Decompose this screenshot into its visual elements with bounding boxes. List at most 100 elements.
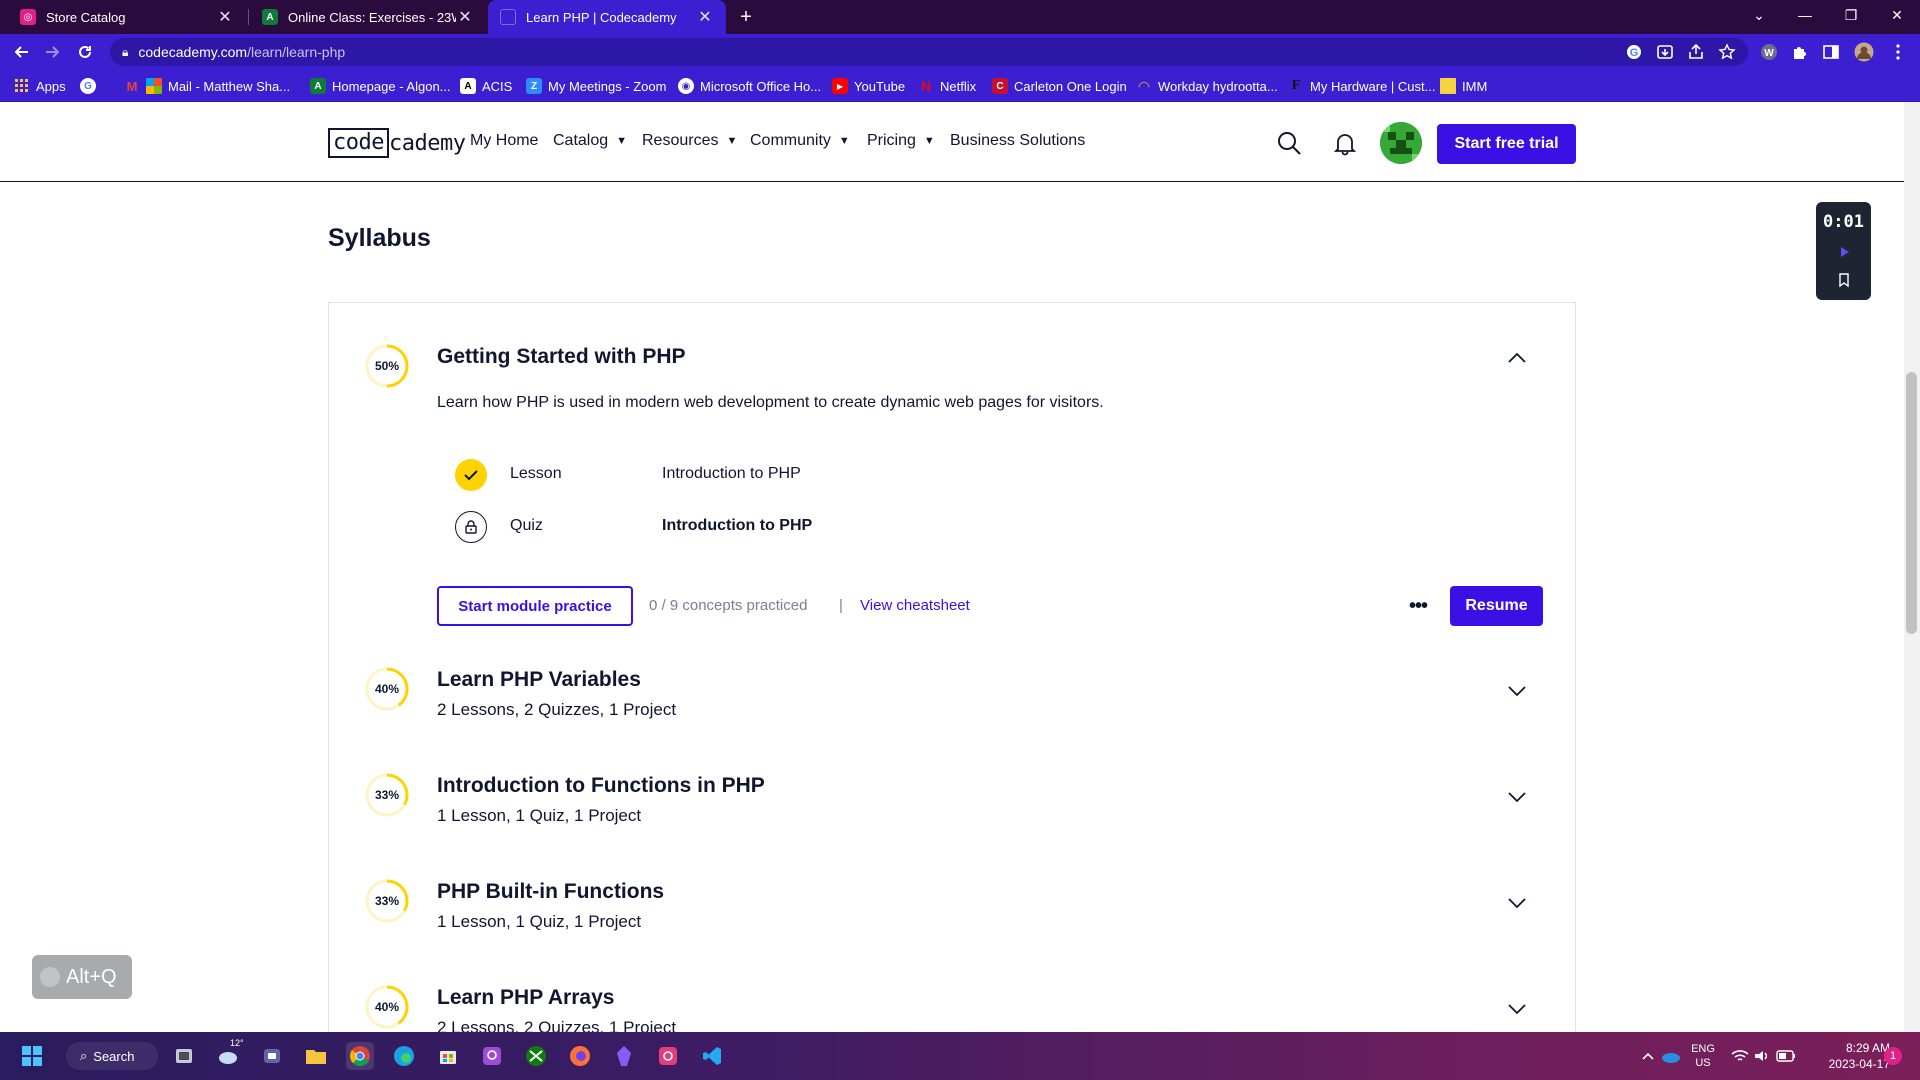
nav-catalog[interactable]: Catalog ▼ [553, 132, 627, 150]
back-icon[interactable] [10, 40, 34, 64]
module-title[interactable]: PHP Built-in Functions [437, 880, 664, 904]
system-clock[interactable]: 8:29 AM 2023-04-17 [1808, 1040, 1890, 1072]
timer-widget: 0:01 [1816, 202, 1871, 300]
bookmark-mail[interactable]: M Mail - Matthew Sha... [124, 76, 290, 96]
forward-icon[interactable] [40, 40, 64, 64]
chevron-down-icon[interactable] [1506, 785, 1528, 807]
avatar[interactable] [1380, 122, 1422, 164]
start-free-trial-button[interactable]: Start free trial [1437, 124, 1576, 164]
tab-learn-php[interactable]: Learn PHP | Codecademy ✕ [488, 0, 726, 34]
bookmark-carleton[interactable]: C Carleton One Login [992, 76, 1127, 96]
close-tab-icon[interactable]: ✕ [696, 8, 714, 26]
bookmark-acis[interactable]: A ACIS [460, 76, 512, 96]
start-module-practice-button[interactable]: Start module practice [437, 586, 633, 626]
bookmark-star-icon[interactable] [1717, 42, 1737, 62]
close-window-icon[interactable]: ✕ [1874, 0, 1920, 30]
caret-down-icon: ▼ [838, 135, 850, 147]
taskbar-search[interactable]: ⌕ Search [66, 1042, 158, 1070]
side-panel-icon[interactable] [1821, 42, 1841, 62]
nav-community[interactable]: Community ▼ [750, 132, 850, 150]
battery-icon[interactable] [1772, 1042, 1800, 1070]
new-tab-button[interactable]: + [734, 6, 758, 28]
minimize-icon[interactable]: — [1782, 0, 1828, 30]
bookmark-google[interactable]: G [80, 76, 102, 96]
nav-resources[interactable]: Resources ▼ [642, 132, 737, 150]
close-tab-icon[interactable]: ✕ [456, 8, 474, 26]
tab-store-catalog[interactable]: ◎ Store Catalog ✕ [8, 0, 246, 34]
module-progress-ring: 50% [364, 343, 410, 389]
module-title[interactable]: Learn PHP Variables [437, 668, 641, 692]
module-subtitle: 2 Lessons, 2 Quizzes, 1 Project [437, 1018, 677, 1032]
tab-search-chevron-icon[interactable]: ⌄ [1736, 0, 1782, 30]
nav-my-home[interactable]: My Home [470, 132, 538, 150]
chevron-up-icon[interactable] [1506, 347, 1528, 369]
bookmark-homepage-algonquin[interactable]: A Homepage - Algon... [310, 76, 451, 96]
teams-icon[interactable] [258, 1042, 286, 1070]
codecademy-logo[interactable]: code cademy [328, 128, 466, 158]
module-subtitle: 1 Lesson, 1 Quiz, 1 Project [437, 806, 642, 825]
more-options-icon[interactable]: ••• [1404, 592, 1432, 620]
play-icon[interactable] [1836, 244, 1852, 260]
bookmark-label: Homepage - Algon... [332, 78, 451, 94]
chevron-down-icon[interactable] [1506, 891, 1528, 913]
firefox-icon[interactable] [566, 1042, 594, 1070]
task-view-icon[interactable] [170, 1042, 198, 1070]
bookmark-my-hardware[interactable]: F My Hardware | Cust... [1288, 76, 1436, 96]
browser-menu-icon[interactable] [1888, 42, 1908, 62]
language-indicator[interactable]: ENG US [1688, 1042, 1718, 1070]
view-cheatsheet-link[interactable]: View cheatsheet [860, 597, 970, 614]
module-title[interactable]: Introduction to Functions in PHP [437, 774, 765, 798]
nav-business-solutions[interactable]: Business Solutions [950, 132, 1085, 150]
restore-icon[interactable]: ❐ [1828, 0, 1874, 30]
vscode-icon[interactable] [698, 1042, 726, 1070]
module-title[interactable]: Getting Started with PHP [437, 345, 686, 369]
xbox-icon[interactable] [522, 1042, 550, 1070]
profile-avatar-icon[interactable] [1854, 42, 1874, 62]
creative-cloud-icon[interactable] [654, 1042, 682, 1070]
shortcut-overlay[interactable]: Alt+Q [32, 955, 132, 999]
bookmark-workday[interactable]: ◠ Workday hydrootta... [1136, 76, 1278, 96]
resume-button[interactable]: Resume [1450, 586, 1543, 626]
tab-title: Store Catalog [46, 9, 126, 25]
podcast-app-icon[interactable] [478, 1042, 506, 1070]
bookmark-netflix[interactable]: N Netflix [918, 76, 976, 96]
chevron-down-icon[interactable] [1506, 997, 1528, 1019]
chevron-down-icon[interactable] [1506, 679, 1528, 701]
onedrive-icon[interactable] [1656, 1042, 1684, 1070]
bookmark-label: My Hardware | Cust... [1310, 78, 1436, 94]
lesson-link[interactable]: Introduction to PHP [662, 465, 801, 483]
edge-icon[interactable] [390, 1042, 418, 1070]
caret-down-icon: ▼ [616, 135, 628, 147]
bookmark-icon[interactable] [1836, 272, 1852, 288]
reload-icon[interactable] [73, 40, 97, 64]
bookmark-apps[interactable]: Apps [14, 76, 66, 96]
bookmark-zoom[interactable]: Z My Meetings - Zoom [526, 76, 666, 96]
chrome-icon[interactable] [346, 1042, 374, 1070]
file-explorer-icon[interactable] [302, 1042, 330, 1070]
install-app-icon[interactable] [1655, 42, 1675, 62]
gmail-icon: M [126, 78, 138, 94]
scrollbar-thumb[interactable] [1906, 372, 1917, 634]
obsidian-icon[interactable] [610, 1042, 638, 1070]
notification-badge[interactable]: 1 [1884, 1047, 1902, 1065]
nav-pricing[interactable]: Pricing ▼ [867, 132, 935, 150]
bookmark-imm[interactable]: IMM [1440, 76, 1487, 96]
tab-online-class[interactable]: A Online Class: Exercises - 23W_MT ✕ [250, 0, 486, 34]
share-icon[interactable] [1686, 42, 1706, 62]
module-title[interactable]: Learn PHP Arrays [437, 986, 614, 1010]
notification-bell-icon[interactable] [1332, 130, 1358, 156]
bookmark-youtube[interactable]: ▶ YouTube [832, 76, 905, 96]
google-lens-icon[interactable]: G [1624, 42, 1644, 62]
extension-w-icon[interactable]: W [1759, 42, 1779, 62]
weather-icon[interactable]: 12° [214, 1038, 244, 1070]
quiz-link[interactable]: Introduction to PHP [662, 517, 812, 535]
extensions-puzzle-icon[interactable] [1790, 42, 1810, 62]
progress-percent: 40% [374, 1000, 400, 1014]
url-host: codecademy.com [138, 44, 248, 60]
microsoft-store-icon[interactable] [434, 1042, 462, 1070]
windows-start-icon[interactable] [18, 1042, 46, 1070]
search-icon[interactable] [1276, 130, 1302, 156]
close-tab-icon[interactable]: ✕ [216, 8, 234, 26]
address-bar[interactable]: 🔒︎ codecademy.com/learn/learn-php [110, 38, 1748, 66]
bookmark-office[interactable]: ◉ Microsoft Office Ho... [678, 76, 821, 96]
